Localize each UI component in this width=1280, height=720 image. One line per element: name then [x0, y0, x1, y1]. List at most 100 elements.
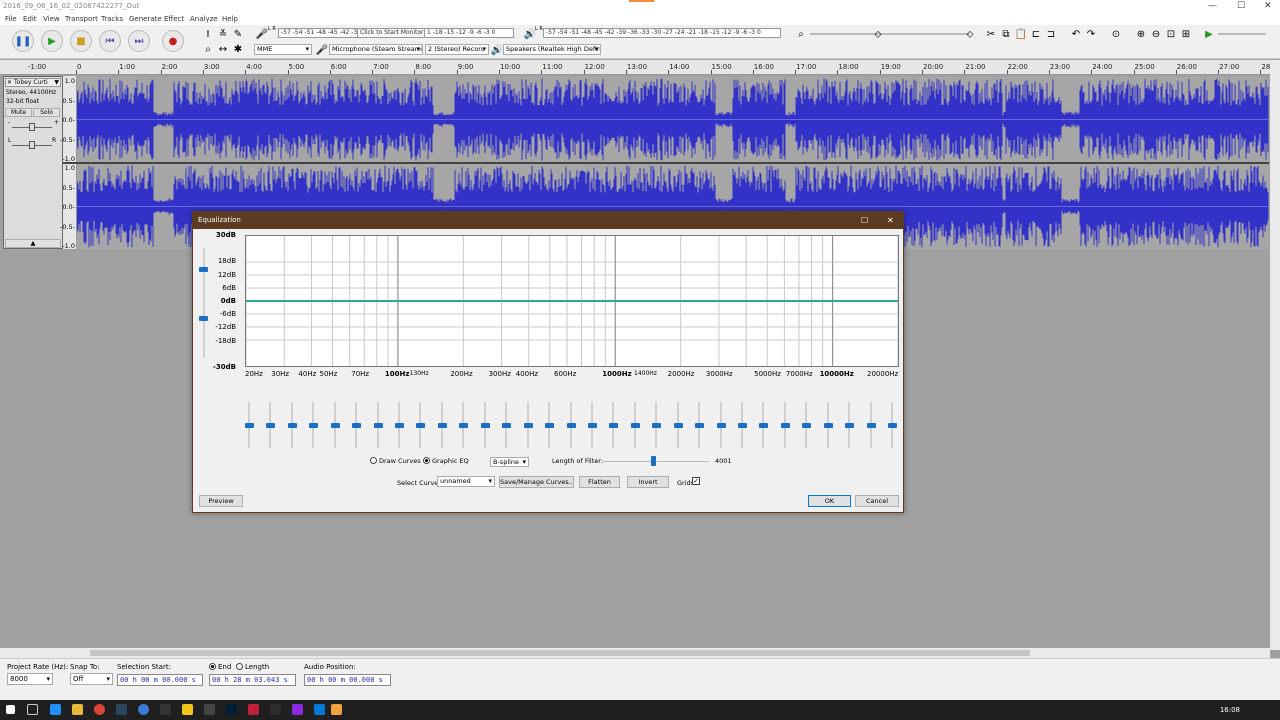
grids-checkbox[interactable]: ✓: [692, 477, 700, 485]
stop-button[interactable]: ■: [70, 30, 92, 52]
speed-thumb-icon[interactable]: ⬦: [872, 28, 884, 40]
length-radio[interactable]: [236, 663, 243, 670]
max-gain-thumb[interactable]: [199, 267, 208, 272]
eq-curve-plot[interactable]: [245, 235, 899, 367]
eq-band-thumb[interactable]: [759, 423, 769, 428]
solo-button[interactable]: Solo: [33, 108, 60, 117]
invert-button[interactable]: Invert: [627, 476, 669, 488]
preview-button[interactable]: Preview: [199, 495, 243, 507]
recording-device-select[interactable]: Microphone (Steam Streaming: [329, 44, 423, 55]
audio-host-select[interactable]: MME: [254, 44, 312, 55]
cancel-button[interactable]: Cancel: [855, 495, 899, 507]
chrome-icon[interactable]: [94, 704, 105, 715]
task-view-icon[interactable]: [27, 704, 38, 715]
length-of-filter-slider[interactable]: [603, 461, 709, 462]
graphic-eq-radio[interactable]: [423, 457, 430, 464]
eq-band-thumb[interactable]: [395, 423, 405, 428]
gain-range-slider[interactable]: [203, 248, 205, 358]
record-meter[interactable]: -57 -54 -51 -48 -45 -42 -3: [278, 28, 358, 38]
select-curve-dropdown[interactable]: unnamed: [437, 476, 495, 487]
zoom-in-icon[interactable]: ⊕: [1135, 28, 1147, 40]
minimize-button[interactable]: —: [1208, 1, 1217, 11]
timeline-ruler[interactable]: -1:00 0 1:00 2:00 3:00 4:00 5:00 6:00 7:00 8:00 9…: [0, 60, 1280, 75]
min-gain-thumb[interactable]: [199, 316, 208, 321]
redo-icon[interactable]: ↷: [1085, 28, 1097, 40]
eq-band-thumb[interactable]: [609, 423, 619, 428]
menu-view[interactable]: View: [43, 15, 60, 23]
undo-icon[interactable]: ↶: [1070, 28, 1082, 40]
pan-slider-thumb[interactable]: [29, 141, 35, 149]
play-button[interactable]: ▶: [41, 30, 63, 52]
horizontal-scrollbar[interactable]: [0, 648, 1270, 658]
save-manage-curves-button[interactable]: Save/Manage Curves...: [499, 476, 574, 488]
eq-band-thumb[interactable]: [823, 423, 833, 428]
draw-curves-radio[interactable]: [370, 457, 377, 464]
monitor-prompt[interactable]: Click to Start Monitoring: [357, 28, 425, 38]
eq-band-thumb[interactable]: [652, 423, 662, 428]
close-button[interactable]: ✕: [1264, 1, 1272, 11]
interpolation-select[interactable]: B-spline: [490, 457, 529, 467]
menu-edit[interactable]: Edit: [23, 15, 37, 23]
cut-icon[interactable]: ✂: [985, 28, 997, 40]
length-of-filter-thumb[interactable]: [650, 456, 656, 466]
app-icon-5[interactable]: [248, 704, 259, 715]
record-button[interactable]: ●: [162, 30, 184, 52]
app-icon-8[interactable]: [314, 704, 325, 715]
draw-tool-icon[interactable]: ✎: [232, 28, 244, 40]
menu-transport[interactable]: Transport: [65, 15, 98, 23]
equalization-titlebar[interactable]: Equalization ☐ ✕: [193, 212, 903, 229]
track-name-button[interactable]: ✕ Tobey Curti ▼: [5, 78, 61, 87]
start-menu-icon[interactable]: [6, 705, 15, 714]
play-at-speed-icon[interactable]: ▶: [1203, 28, 1215, 40]
track-close-icon[interactable]: ✕: [7, 79, 12, 86]
photoshop-icon[interactable]: [226, 704, 237, 715]
eq-band-thumb[interactable]: [502, 423, 512, 428]
eq-band-thumb[interactable]: [287, 423, 297, 428]
zoom-tool-icon[interactable]: ⌕: [202, 43, 214, 55]
collapse-track-button[interactable]: ▲: [5, 239, 61, 248]
audio-position-field[interactable]: 00 h 00 m 00.000 s: [304, 674, 391, 686]
eq-band-thumb[interactable]: [330, 423, 340, 428]
vertical-scrollbar[interactable]: [1270, 60, 1280, 650]
volume-thumb-icon[interactable]: ⬦: [964, 28, 976, 40]
ok-button[interactable]: OK: [808, 495, 851, 507]
eq-band-thumb[interactable]: [695, 423, 705, 428]
copy-icon[interactable]: ⧉: [1000, 28, 1012, 40]
eq-band-thumb[interactable]: [845, 423, 855, 428]
app-icon-1[interactable]: [138, 704, 149, 715]
eq-band-thumb[interactable]: [245, 423, 254, 428]
equalization-close-button[interactable]: ✕: [887, 212, 894, 229]
eq-band-thumb[interactable]: [566, 423, 576, 428]
app-icon-4[interactable]: [204, 704, 215, 715]
eq-band-thumb[interactable]: [309, 423, 319, 428]
eq-band-thumb[interactable]: [587, 423, 597, 428]
eq-band-thumb[interactable]: [373, 423, 383, 428]
restore-button[interactable]: ☐: [1237, 1, 1245, 11]
menu-analyze[interactable]: Analyze: [190, 15, 218, 23]
waveform-left-channel[interactable]: [77, 77, 1269, 162]
eq-band-thumb[interactable]: [545, 423, 555, 428]
eq-band-thumb[interactable]: [673, 423, 683, 428]
app-icon-2[interactable]: [160, 704, 171, 715]
eq-band-thumb[interactable]: [523, 423, 533, 428]
selection-start-field[interactable]: 00 h 00 m 00.000 s: [117, 674, 203, 686]
app-icon-6[interactable]: [270, 704, 281, 715]
playback-meter[interactable]: -57 -54 -51 -48 -45 -42 -39 -36 -33 -30 …: [543, 28, 781, 38]
eq-band-thumb[interactable]: [737, 423, 747, 428]
eq-band-thumb[interactable]: [780, 423, 790, 428]
eq-band-thumb[interactable]: [437, 423, 447, 428]
menu-file[interactable]: File: [5, 15, 17, 23]
envelope-tool-icon[interactable]: ≚: [217, 28, 229, 40]
edge-icon[interactable]: [50, 704, 61, 715]
eq-band-thumb[interactable]: [352, 423, 362, 428]
eq-band-thumb[interactable]: [459, 423, 469, 428]
steam-icon[interactable]: [116, 704, 127, 715]
silence-icon[interactable]: ⊐: [1045, 28, 1057, 40]
file-explorer-icon[interactable]: [72, 704, 83, 715]
gain-slider-thumb[interactable]: [29, 123, 35, 131]
eq-band-thumb[interactable]: [716, 423, 726, 428]
menu-help[interactable]: Help: [222, 15, 238, 23]
recording-channels-select[interactable]: 2 (Stereo) Recorc: [425, 44, 489, 55]
eq-band-thumb[interactable]: [480, 423, 490, 428]
eq-band-thumb[interactable]: [630, 423, 640, 428]
